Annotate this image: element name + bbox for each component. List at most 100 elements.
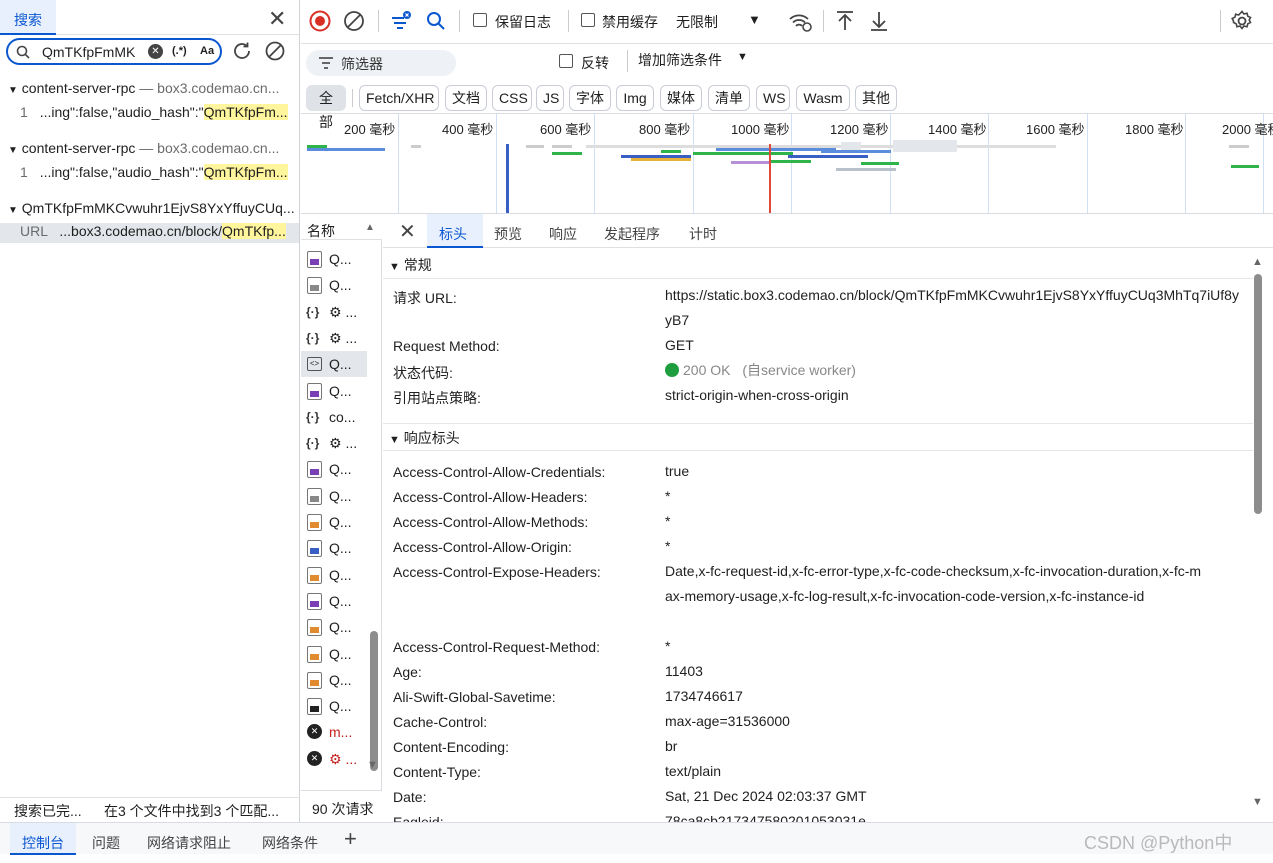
import-har-icon[interactable] bbox=[834, 9, 856, 33]
result-line-text: ...box3.codemao.cn/block/ bbox=[59, 223, 223, 239]
request-row[interactable]: Q... bbox=[301, 246, 367, 272]
type-filter-all[interactable]: 全部 bbox=[306, 85, 346, 130]
request-row[interactable]: {·} ⚙ ... bbox=[301, 430, 367, 456]
type-filter-css[interactable]: CSS bbox=[492, 85, 532, 111]
request-row[interactable]: {·} ⚙ ... bbox=[301, 325, 367, 351]
tab-response[interactable]: 响应 bbox=[549, 214, 577, 248]
tab-headers[interactable]: 标头 bbox=[427, 214, 483, 248]
request-row[interactable]: ✕ m... bbox=[301, 719, 367, 745]
result-file-header[interactable]: ▼ content-server-rpc — box3.codemao.cn..… bbox=[8, 140, 279, 156]
close-details-icon[interactable]: ✕ bbox=[399, 219, 416, 244]
invert-checkbox[interactable] bbox=[559, 54, 573, 68]
result-match-line[interactable]: 1 ...ing":false,"audio_hash":"QmTKfpFm..… bbox=[20, 104, 288, 120]
timeline-overview[interactable]: 200 毫秒 400 毫秒 600 毫秒 800 毫秒 1000 毫秒 1200… bbox=[301, 114, 1273, 214]
throttle-select[interactable]: 无限制 bbox=[676, 12, 718, 32]
type-filter-font[interactable]: 字体 bbox=[569, 85, 611, 111]
type-filter-ws[interactable]: WS bbox=[756, 85, 790, 111]
request-row[interactable]: {·} co... bbox=[301, 404, 367, 430]
sort-up-icon[interactable]: ▲ bbox=[365, 222, 375, 233]
request-row[interactable]: Q... bbox=[301, 535, 367, 561]
referrer-policy-value: strict-origin-when-cross-origin bbox=[665, 387, 849, 403]
header-value: max-age=31536000 bbox=[665, 713, 790, 729]
header-value: * bbox=[665, 488, 671, 504]
status-code-text: 200 OK bbox=[683, 362, 731, 378]
tab-initiator[interactable]: 发起程序 bbox=[604, 214, 660, 248]
request-name: Q... bbox=[329, 487, 352, 504]
type-filter-other[interactable]: 其他 bbox=[855, 85, 897, 111]
scroll-up-icon[interactable]: ▲ bbox=[1252, 256, 1263, 268]
tab-network-conditions[interactable]: 网络条件 bbox=[262, 823, 318, 855]
search-icon[interactable] bbox=[425, 10, 447, 32]
match-case-toggle[interactable]: Aa bbox=[200, 45, 214, 57]
network-conditions-icon[interactable] bbox=[787, 9, 813, 33]
details-scrollbar[interactable]: ▲ ▼ bbox=[1251, 254, 1265, 816]
request-row[interactable]: Q... bbox=[301, 667, 367, 693]
search-input[interactable]: QmTKfpFmMK bbox=[42, 44, 145, 60]
result-file-header[interactable]: ▼ content-server-rpc — box3.codemao.cn..… bbox=[8, 80, 279, 96]
type-filter-manifest[interactable]: 清单 bbox=[708, 85, 750, 111]
request-row[interactable]: <> Q... bbox=[301, 351, 367, 378]
request-row[interactable]: Q... bbox=[301, 483, 367, 509]
file-black-icon bbox=[307, 698, 322, 716]
image-icon bbox=[307, 645, 322, 663]
request-row[interactable]: Q... bbox=[301, 641, 367, 667]
type-filter-fetch[interactable]: Fetch/XHR bbox=[359, 85, 439, 111]
status-ok-dot-icon bbox=[665, 363, 679, 377]
record-icon[interactable] bbox=[308, 9, 332, 33]
type-filter-img[interactable]: Img bbox=[616, 85, 654, 111]
add-tab-icon[interactable]: + bbox=[344, 823, 357, 855]
tab-preview[interactable]: 预览 bbox=[494, 214, 522, 248]
network-toolbar: 保留日志 禁用缓存 无限制 ▼ bbox=[301, 0, 1273, 44]
tab-request-blocking[interactable]: 网络请求阻止 bbox=[147, 823, 231, 855]
header-value: * bbox=[665, 638, 671, 654]
tab-issues[interactable]: 问题 bbox=[92, 823, 120, 855]
request-row[interactable]: Q... bbox=[301, 378, 367, 404]
tab-search[interactable]: 搜索 bbox=[0, 0, 56, 35]
request-row[interactable]: Q... bbox=[301, 272, 367, 298]
type-filter-wasm[interactable]: Wasm bbox=[796, 85, 850, 111]
clear-search-icon[interactable]: ✕ bbox=[148, 44, 163, 59]
search-input-box[interactable]: QmTKfpFmMK ✕ (.*) Aa bbox=[6, 38, 222, 65]
type-filter-doc[interactable]: 文档 bbox=[445, 85, 487, 111]
disable-cache-checkbox[interactable] bbox=[581, 13, 595, 27]
chevron-down-icon[interactable]: ▼ bbox=[737, 51, 748, 63]
clear-results-icon[interactable] bbox=[264, 40, 286, 62]
tab-console[interactable]: 控制台 bbox=[10, 823, 76, 855]
timeline-tick: 400 毫秒 bbox=[442, 122, 494, 137]
export-har-icon[interactable] bbox=[868, 9, 890, 33]
response-headers-section-header[interactable]: ▼ 响应标头 bbox=[383, 423, 1253, 451]
request-row[interactable]: Q... bbox=[301, 456, 367, 482]
filter-active-icon[interactable] bbox=[389, 9, 413, 33]
result-match-line[interactable]: 1 ...ing":false,"audio_hash":"QmTKfpFm..… bbox=[20, 164, 288, 180]
request-row[interactable]: Q... bbox=[301, 614, 367, 640]
preserve-log-checkbox[interactable] bbox=[473, 13, 487, 27]
preserve-log-label: 保留日志 bbox=[495, 14, 551, 30]
header-value: br bbox=[665, 738, 678, 754]
close-icon[interactable]: ✕ bbox=[268, 6, 286, 32]
request-row[interactable]: Q... bbox=[301, 509, 367, 535]
result-file-header[interactable]: ▼ QmTKfpFmMKCvwuhr1EjvS8YxYffuyCUq... bbox=[8, 200, 295, 216]
settings-gear-icon[interactable] bbox=[1230, 9, 1254, 33]
refresh-icon[interactable] bbox=[231, 40, 253, 62]
request-list-scrollbar[interactable]: ▼ bbox=[367, 236, 381, 796]
result-match-line-selected[interactable]: URL ...box3.codemao.cn/block/QmTKfp... bbox=[0, 223, 299, 243]
request-row[interactable]: Q... bbox=[301, 588, 367, 614]
request-row[interactable]: Q... bbox=[301, 562, 367, 588]
clear-log-icon[interactable] bbox=[342, 9, 366, 33]
chevron-down-icon[interactable]: ▼ bbox=[748, 12, 761, 27]
scroll-down-icon[interactable]: ▼ bbox=[1252, 796, 1263, 808]
request-row[interactable]: {·} ⚙ ... bbox=[301, 299, 367, 325]
general-section-header[interactable]: ▼ 常规 bbox=[383, 251, 1253, 279]
request-row[interactable]: Q... bbox=[301, 693, 367, 719]
filter-input[interactable]: 筛选器 bbox=[306, 50, 456, 76]
more-filters-dropdown[interactable]: 增加筛选条件 bbox=[638, 50, 722, 70]
tab-timing[interactable]: 计时 bbox=[689, 214, 717, 248]
type-filter-media[interactable]: 媒体 bbox=[660, 85, 702, 111]
timeline-tick: 1600 毫秒 bbox=[1026, 122, 1085, 137]
script-icon: {·} bbox=[306, 436, 320, 451]
scroll-down-icon[interactable]: ▼ bbox=[367, 759, 378, 771]
request-list: 名称 ▲ Q... Q... {·} ⚙ ... {·} ⚙ ... <> Q... Q... {… bbox=[301, 214, 382, 822]
regex-toggle[interactable]: (.*) bbox=[172, 45, 187, 57]
type-filter-js[interactable]: JS bbox=[536, 85, 564, 111]
request-row[interactable]: ✕ ⚙ ... bbox=[301, 746, 367, 772]
